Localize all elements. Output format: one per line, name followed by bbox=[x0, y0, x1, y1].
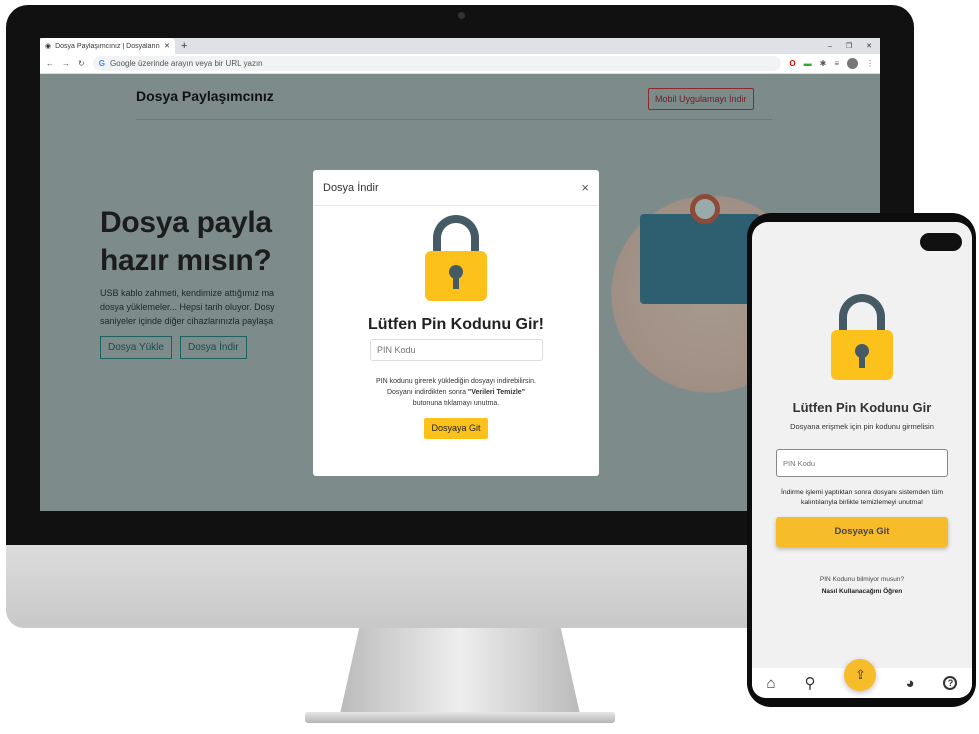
search-icon[interactable]: ⚲ bbox=[805, 674, 816, 692]
close-tab-icon[interactable]: ✕ bbox=[164, 42, 170, 50]
puzzle-icon[interactable]: ✱ bbox=[820, 59, 827, 68]
close-window-button[interactable]: ✕ bbox=[866, 42, 872, 50]
lock-icon bbox=[425, 215, 487, 301]
avatar[interactable] bbox=[847, 58, 858, 69]
help-link[interactable]: Nasıl Kullanacağını Öğren bbox=[752, 588, 972, 595]
hero-text-line: saniyeler içinde diğer cihazlarınızla pa… bbox=[100, 316, 274, 326]
pin-input[interactable] bbox=[776, 449, 948, 477]
minimize-button[interactable]: – bbox=[828, 43, 832, 50]
modal-heading: Lütfen Pin Kodunu Gir! bbox=[368, 316, 544, 333]
camera-icon bbox=[458, 12, 465, 19]
warning-text: İndirme işlemi yaptıktan sonra dosyanı s… bbox=[780, 489, 944, 506]
upload-icon[interactable]: ⇪ bbox=[844, 659, 877, 691]
menu-icon[interactable]: ⋮ bbox=[866, 59, 874, 68]
hero-text-line: USB kablo zahmeti, kendimize attığımız m… bbox=[100, 288, 275, 298]
modal-info: PIN kodunu girerek yüklediğin dosyayı in… bbox=[313, 376, 599, 409]
brand[interactable]: Dosya Paylaşımcınız bbox=[136, 88, 274, 104]
tab-bar: ◉ Dosya Paylaşımcınız | Dosyalarını ✕ + – … bbox=[40, 38, 880, 54]
info-bold: "Verileri Temizle" bbox=[467, 389, 526, 396]
hero-line: Dosya payla bbox=[100, 206, 272, 239]
info-text: butonuna tıklamayı unutma. bbox=[412, 400, 500, 407]
home-icon[interactable]: ⌂ bbox=[766, 675, 775, 692]
reading-list-icon[interactable]: ≡ bbox=[834, 59, 839, 68]
forward-icon[interactable]: → bbox=[62, 59, 70, 68]
submit-button[interactable]: Dosyaya Git bbox=[424, 418, 488, 439]
browser-tab[interactable]: ◉ Dosya Paylaşımcınız | Dosyalarını ✕ bbox=[40, 38, 175, 54]
info-text: PIN kodunu girerek yüklediğin dosyayı in… bbox=[376, 378, 536, 385]
address-bar[interactable]: G Google üzerinde arayın veya bir URL yaz… bbox=[92, 56, 782, 71]
submit-button[interactable]: Dosyaya Git bbox=[776, 517, 948, 547]
help-question: PIN Kodunu bilmiyor musun? bbox=[819, 576, 905, 583]
globe-icon: ◉ bbox=[45, 43, 52, 50]
back-icon[interactable]: ← bbox=[46, 59, 54, 68]
download-button[interactable]: Dosya İndir bbox=[180, 336, 247, 359]
info-text: Dosyanı indirdikten sonra bbox=[386, 389, 468, 396]
phone-camera bbox=[920, 233, 962, 251]
new-tab-button[interactable]: + bbox=[181, 40, 187, 52]
hero-line: hazır mısın? bbox=[100, 244, 272, 277]
modal-title: Dosya İndir bbox=[323, 181, 379, 194]
address-toolbar: ← → ↻ G Google üzerinde arayın veya bir URL… bbox=[40, 54, 880, 74]
close-icon[interactable]: × bbox=[581, 180, 589, 195]
phone-subheading: Dosyana erişmek için pin kodunu girmelis… bbox=[790, 422, 934, 431]
hero-heading: Dosya payla hazır mısın? bbox=[100, 204, 272, 280]
phone-heading: Lütfen Pin Kodunu Gir bbox=[792, 400, 932, 415]
globe-icon[interactable]: ◕ bbox=[905, 675, 914, 692]
reload-icon[interactable]: ↻ bbox=[78, 59, 85, 68]
hero-text: USB kablo zahmeti, kendimize attığımız m… bbox=[100, 286, 275, 328]
opera-icon[interactable]: O bbox=[789, 59, 795, 68]
bottom-nav: ⌂ ⚲ ⇪ ◕ ? bbox=[752, 659, 972, 698]
phone-screen: Lütfen Pin Kodunu Gir Dosyana erişmek iç… bbox=[752, 222, 972, 698]
extension-icon[interactable]: ▬ bbox=[804, 59, 812, 68]
maximize-button[interactable]: ❐ bbox=[846, 42, 852, 50]
hero-text-line: dosya yüklemeler... Hepsi tarih oluyor. … bbox=[100, 302, 275, 312]
help-icon[interactable]: ? bbox=[943, 676, 958, 690]
google-icon: G bbox=[98, 59, 105, 68]
monitor-stand bbox=[340, 628, 580, 714]
upload-button[interactable]: Dosya Yükle bbox=[100, 336, 172, 359]
monitor-base bbox=[305, 712, 615, 723]
divider bbox=[136, 119, 772, 120]
mobile-app-button[interactable]: Mobil Uygulamayı İndir bbox=[648, 88, 754, 110]
lock-icon bbox=[831, 294, 893, 380]
pin-input[interactable] bbox=[370, 339, 543, 361]
download-modal: Dosya İndir × Lütfen Pin Kodunu Gir! PIN… bbox=[313, 170, 599, 476]
